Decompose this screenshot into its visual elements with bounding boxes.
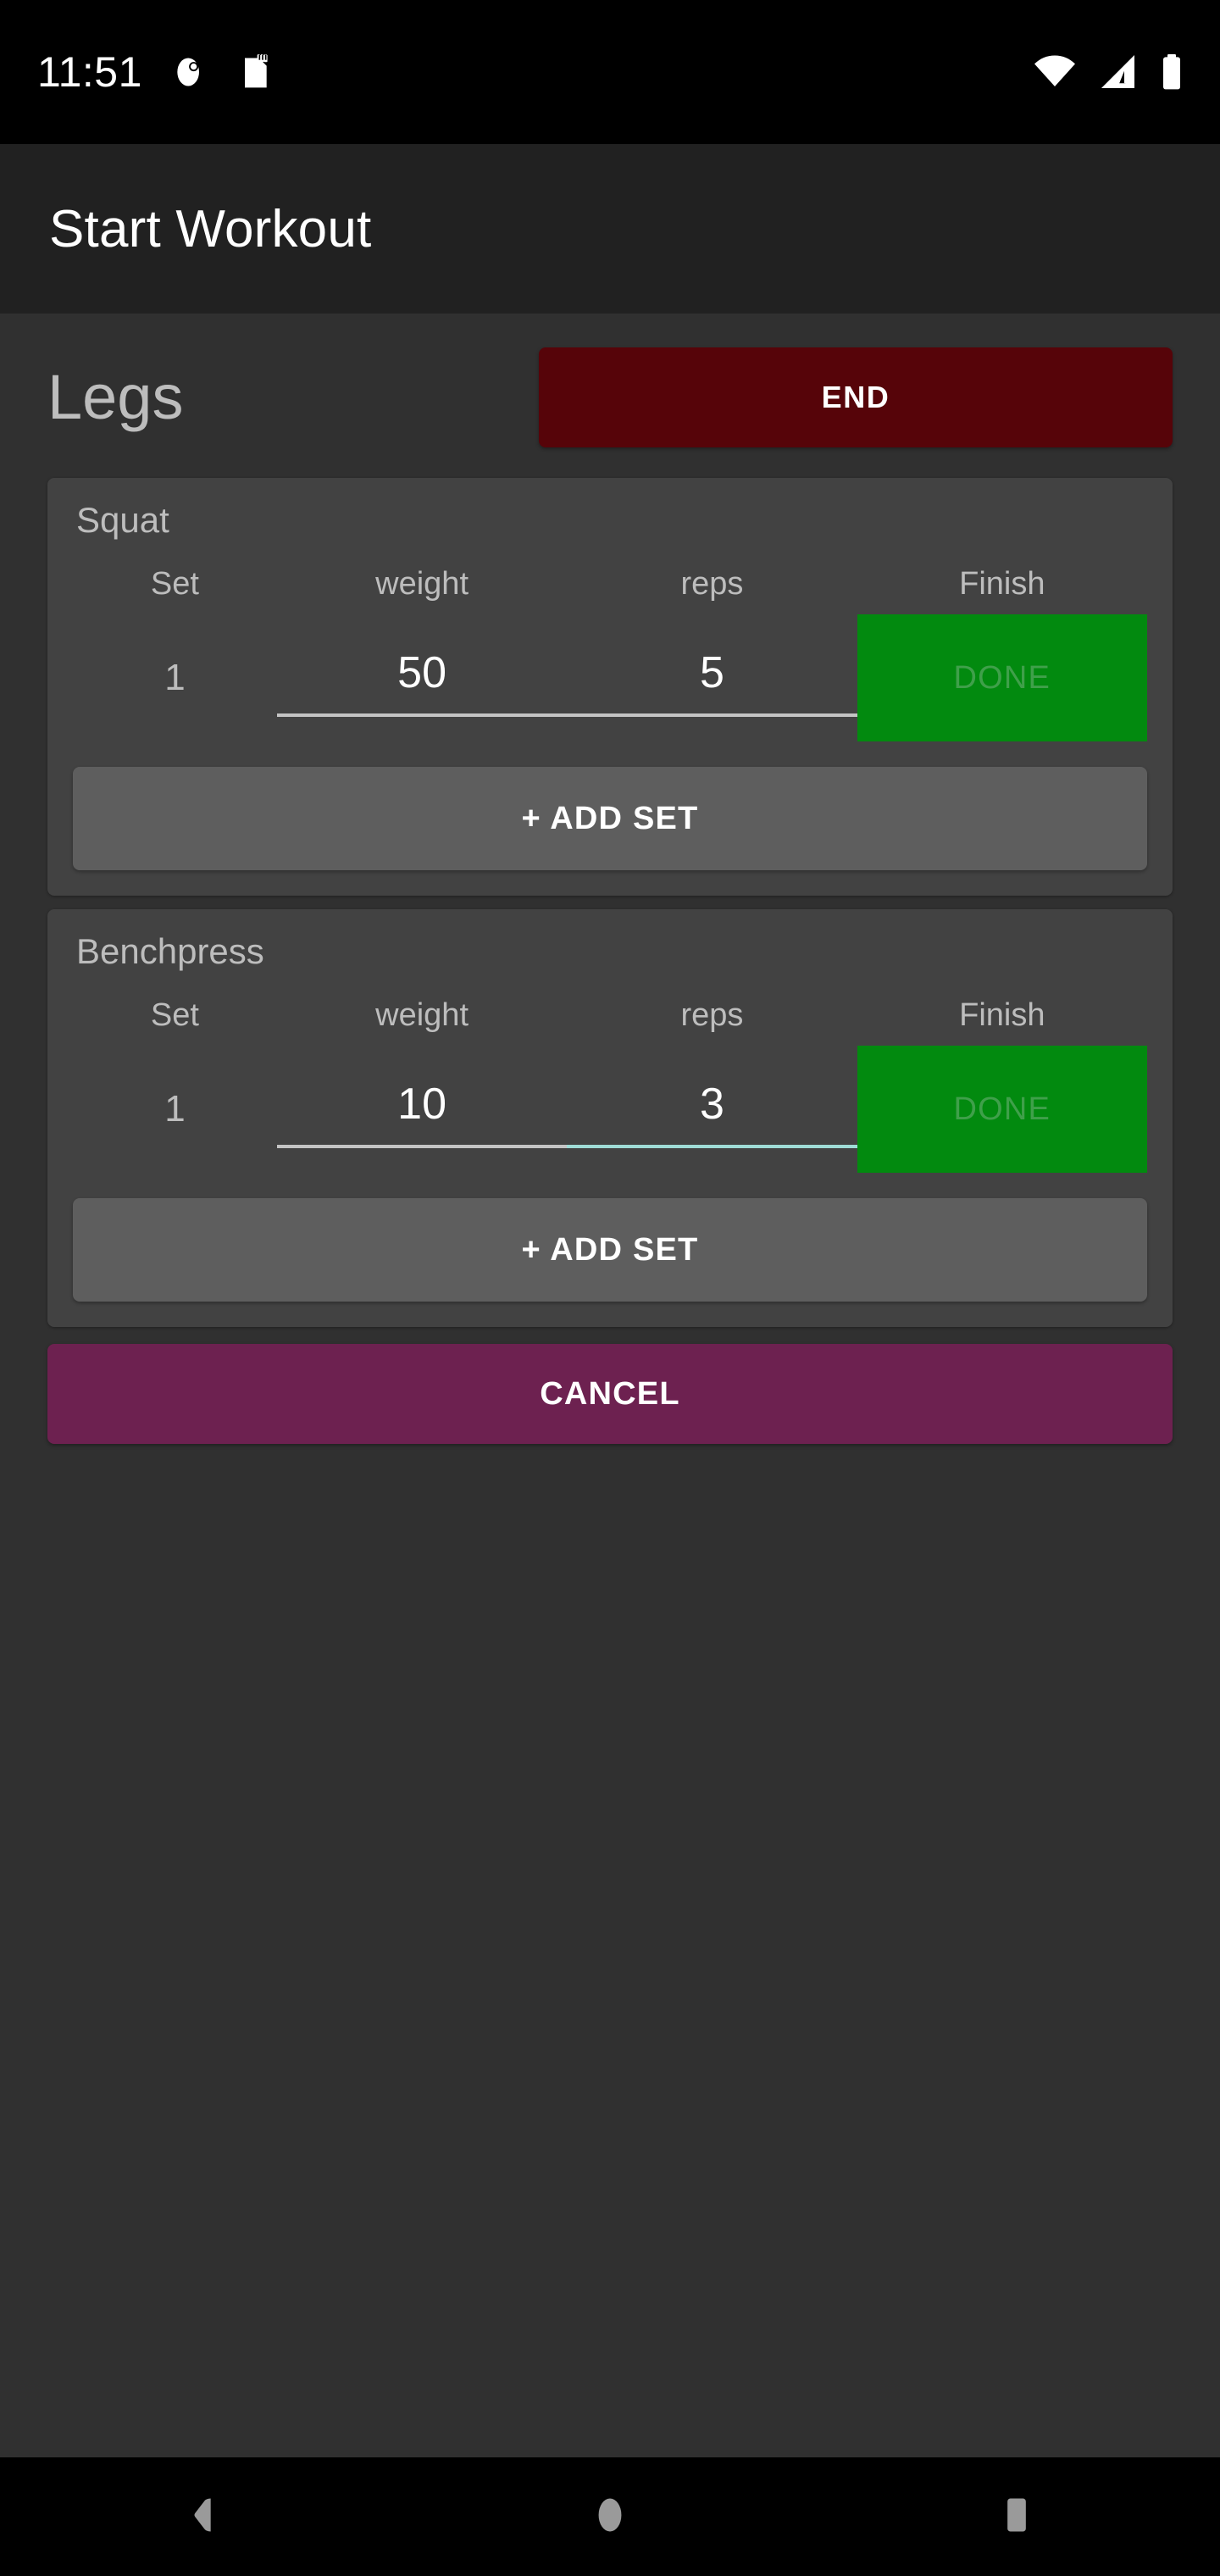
done-button[interactable]: DONE (857, 1046, 1147, 1173)
status-bar-left: 11:51 (37, 47, 271, 97)
status-clock: 11:51 (37, 48, 142, 96)
add-set-button[interactable]: + ADD SET (73, 767, 1147, 870)
workout-content: Legs END Squat Set weight reps Finish 1 DONE + … (0, 314, 1220, 2457)
end-workout-button[interactable]: END (539, 347, 1173, 447)
column-header-set: Set (150, 997, 199, 1033)
set-row: 1 DONE (73, 1046, 1147, 1173)
reps-input[interactable] (567, 1070, 857, 1148)
wifi-icon (1032, 53, 1078, 91)
workout-name: Legs (47, 362, 184, 432)
reps-input[interactable] (567, 639, 857, 717)
cancel-button[interactable]: CANCEL (47, 1344, 1173, 1444)
column-header-set: Set (150, 566, 199, 602)
sets-table: Set weight reps Finish 1 DONE (73, 566, 1147, 741)
exercise-name: Squat (76, 500, 169, 540)
page-title: Start Workout (49, 199, 372, 258)
nav-recents-button[interactable] (932, 2457, 1101, 2576)
set-number: 1 (164, 657, 186, 698)
back-icon (181, 2493, 225, 2541)
status-bar-right (1032, 53, 1183, 91)
done-button[interactable]: DONE (857, 614, 1147, 741)
sets-table-header-row: Set weight reps Finish (73, 566, 1147, 614)
clock-alarm-icon (171, 53, 208, 91)
workout-header: Legs END (0, 314, 1220, 478)
sd-card-icon (237, 53, 271, 91)
set-row: 1 DONE (73, 614, 1147, 741)
column-header-finish: Finish (959, 997, 1045, 1033)
exercise-name: Benchpress (76, 931, 264, 971)
nav-back-button[interactable] (119, 2457, 288, 2576)
exercise-card: Benchpress Set weight reps Finish 1 DONE + ADD … (47, 909, 1173, 1327)
phone-screen: 11:51 Start Workout Legs END Squat Set w… (0, 0, 1220, 2576)
column-header-reps: reps (680, 997, 744, 1033)
set-number: 1 (164, 1088, 186, 1130)
exercise-card: Squat Set weight reps Finish 1 DONE + ADD SET (47, 478, 1173, 896)
column-header-weight: weight (375, 566, 469, 602)
cellular-signal-icon (1100, 53, 1139, 91)
sets-table: Set weight reps Finish 1 DONE (73, 997, 1147, 1173)
recents-icon (995, 2493, 1039, 2541)
battery-icon (1161, 53, 1183, 91)
column-header-finish: Finish (959, 566, 1045, 602)
nav-home-button[interactable] (525, 2457, 695, 2576)
home-icon (588, 2493, 632, 2541)
system-nav-bar (0, 2457, 1220, 2576)
add-set-button[interactable]: + ADD SET (73, 1198, 1147, 1302)
sets-table-header-row: Set weight reps Finish (73, 997, 1147, 1046)
column-header-weight: weight (375, 997, 469, 1033)
status-bar: 11:51 (0, 0, 1220, 144)
app-bar: Start Workout (0, 144, 1220, 314)
column-header-reps: reps (680, 566, 744, 602)
weight-input[interactable] (276, 1070, 568, 1148)
weight-input[interactable] (276, 639, 568, 717)
exercise-list: SquatSetweightrepsFinish1DONE+ ADD SETBe… (0, 478, 1220, 1327)
